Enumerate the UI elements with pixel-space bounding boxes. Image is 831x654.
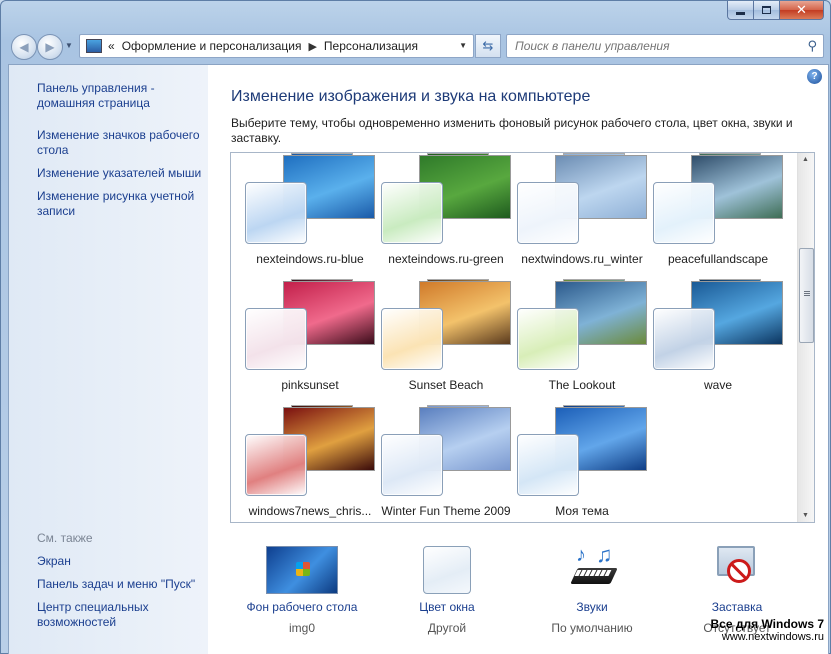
theme-list: nexteindows.ru-blue nexteindows.ru-green n… — [230, 152, 815, 523]
theme-glass-preview — [653, 182, 715, 244]
address-dropdown-icon[interactable]: ▼ — [459, 41, 467, 50]
window-color-link[interactable]: Цвет окна — [377, 600, 517, 614]
sidebar-link-desktop-icons[interactable]: Изменение значков рабочего стола — [37, 128, 207, 158]
theme-item[interactable]: The Lookout — [517, 279, 647, 405]
theme-glass-preview — [381, 308, 443, 370]
theme-name: nextwindows.ru_winter — [521, 252, 643, 266]
sounds-icon: ♪ ♫ — [556, 542, 628, 594]
address-bar[interactable]: « Оформление и персонализация ▶ Персонал… — [79, 34, 474, 58]
sidebar-link-account-picture[interactable]: Изменение рисунка учетной записи — [37, 189, 207, 219]
see-also-accessibility[interactable]: Центр специальных возможностей — [37, 600, 207, 630]
theme-glass-preview — [517, 434, 579, 496]
sidebar: Панель управления - домашняя страница Из… — [9, 65, 208, 654]
action-sounds[interactable]: ♪ ♫ Звуки По умолчанию — [522, 542, 662, 635]
watermark-url: www.nextwindows.ru — [721, 631, 824, 643]
screensaver-link[interactable]: Заставка — [667, 600, 807, 614]
close-button[interactable]: ✕ — [780, 1, 824, 20]
help-icon[interactable]: ? — [807, 69, 822, 84]
theme-glass-preview — [381, 434, 443, 496]
theme-name: The Lookout — [548, 378, 616, 392]
window-frame: ✕ ◀ ▶ ▼ « Оформление и персонализация ▶ … — [0, 0, 831, 654]
theme-item[interactable]: peacefullandscape — [653, 153, 783, 279]
content-area: Панель управления - домашняя страница Из… — [8, 64, 829, 654]
theme-glass-preview — [245, 182, 307, 244]
theme-name: wave — [703, 378, 732, 392]
theme-name: Моя тема — [555, 504, 609, 518]
recent-pages-dropdown[interactable]: ▼ — [65, 41, 73, 50]
theme-item[interactable]: nextwindows.ru_winter — [517, 153, 647, 279]
theme-item[interactable]: Моя тема — [517, 405, 647, 522]
breadcrumb-appearance[interactable]: Оформление и персонализация — [122, 39, 302, 53]
maximize-icon — [762, 6, 771, 14]
search-input[interactable] — [507, 35, 787, 57]
minimize-icon — [736, 11, 745, 15]
theme-item[interactable]: pinksunset — [245, 279, 375, 405]
chevron-down-icon: ▼ — [65, 41, 73, 50]
theme-name: pinksunset — [281, 378, 339, 392]
theme-item[interactable]: Sunset Beach — [381, 279, 511, 405]
refresh-button[interactable]: ⇆ — [475, 34, 501, 58]
grip-icon — [804, 291, 810, 292]
theme-glass-preview — [517, 182, 579, 244]
address-overflow[interactable]: « — [108, 39, 115, 53]
sounds-link[interactable]: Звуки — [522, 600, 662, 614]
theme-item[interactable]: wave — [653, 279, 783, 405]
see-also-taskbar[interactable]: Панель задач и меню "Пуск" — [37, 577, 207, 592]
arrow-right-icon: ▶ — [45, 40, 55, 54]
screensaver-icon — [701, 546, 773, 594]
refresh-icon: ⇆ — [482, 38, 494, 53]
sounds-value: По умолчанию — [551, 621, 633, 635]
theme-name: nexteindows.ru-green — [388, 252, 504, 266]
caption-buttons: ✕ — [727, 1, 824, 20]
desktop-background-value: img0 — [288, 621, 315, 635]
theme-item[interactable]: Winter Fun Theme 2009 — [381, 405, 511, 522]
theme-name: peacefullandscape — [667, 252, 769, 266]
theme-glass-preview — [381, 182, 443, 244]
back-button[interactable]: ◀ — [11, 34, 37, 60]
desktop-background-icon — [266, 546, 338, 594]
search-icon[interactable]: ⚲ — [807, 38, 817, 54]
sidebar-link-mouse-pointers[interactable]: Изменение указателей мыши — [37, 166, 207, 181]
action-desktop-background[interactable]: Фон рабочего стола img0 — [232, 546, 372, 635]
theme-glass-preview — [245, 308, 307, 370]
theme-glass-preview — [653, 308, 715, 370]
theme-glass-preview — [245, 434, 307, 496]
watermark: Все для Windows 7 www.nextwindows.ru — [711, 618, 824, 644]
arrow-left-icon: ◀ — [19, 40, 29, 54]
theme-item[interactable]: windows7news_chris... — [245, 405, 375, 522]
action-screensaver[interactable]: Заставка Отсутствует — [667, 546, 807, 635]
theme-item[interactable]: nexteindows.ru-green — [381, 153, 511, 279]
desktop-background-link[interactable]: Фон рабочего стола — [232, 600, 372, 614]
see-also-heading: См. также — [37, 531, 93, 545]
theme-name: Sunset Beach — [408, 378, 484, 392]
window-color-value: Другой — [427, 621, 467, 635]
scrollbar-thumb[interactable] — [799, 248, 814, 343]
theme-glass-preview — [517, 308, 579, 370]
breadcrumb-personalization[interactable]: Персонализация — [324, 39, 418, 53]
search-box: ⚲ — [506, 34, 824, 58]
see-also-display[interactable]: Экран — [37, 554, 207, 569]
theme-name: nexteindows.ru-blue — [256, 252, 364, 266]
scroll-up-icon[interactable]: ▲ — [802, 156, 809, 163]
forward-button[interactable]: ▶ — [37, 34, 63, 60]
theme-item[interactable]: nexteindows.ru-blue — [245, 153, 375, 279]
control-panel-icon — [86, 39, 102, 53]
minimize-button[interactable] — [727, 1, 754, 20]
action-window-color[interactable]: Цвет окна Другой — [377, 546, 517, 635]
sidebar-link-home[interactable]: Панель управления - домашняя страница — [37, 81, 207, 111]
maximize-button[interactable] — [754, 1, 780, 20]
vertical-scrollbar[interactable]: ▲ ▼ — [797, 153, 814, 522]
theme-name: Winter Fun Theme 2009 — [381, 504, 511, 518]
navigation-bar: ◀ ▶ ▼ « Оформление и персонализация ▶ Пе… — [1, 29, 831, 63]
watermark-title: Все для Windows 7 — [710, 617, 824, 631]
scroll-down-icon[interactable]: ▼ — [802, 512, 809, 519]
theme-name: windows7news_chris... — [248, 504, 372, 518]
window-color-icon — [411, 546, 483, 594]
page-description: Выберите тему, чтобы одновременно измени… — [231, 116, 793, 145]
main-panel: ? Изменение изображения и звука на компь… — [208, 65, 828, 654]
breadcrumb-separator-icon[interactable]: ▶ — [308, 40, 316, 53]
close-icon: ✕ — [796, 2, 807, 17]
page-title: Изменение изображения и звука на компьют… — [231, 88, 591, 105]
